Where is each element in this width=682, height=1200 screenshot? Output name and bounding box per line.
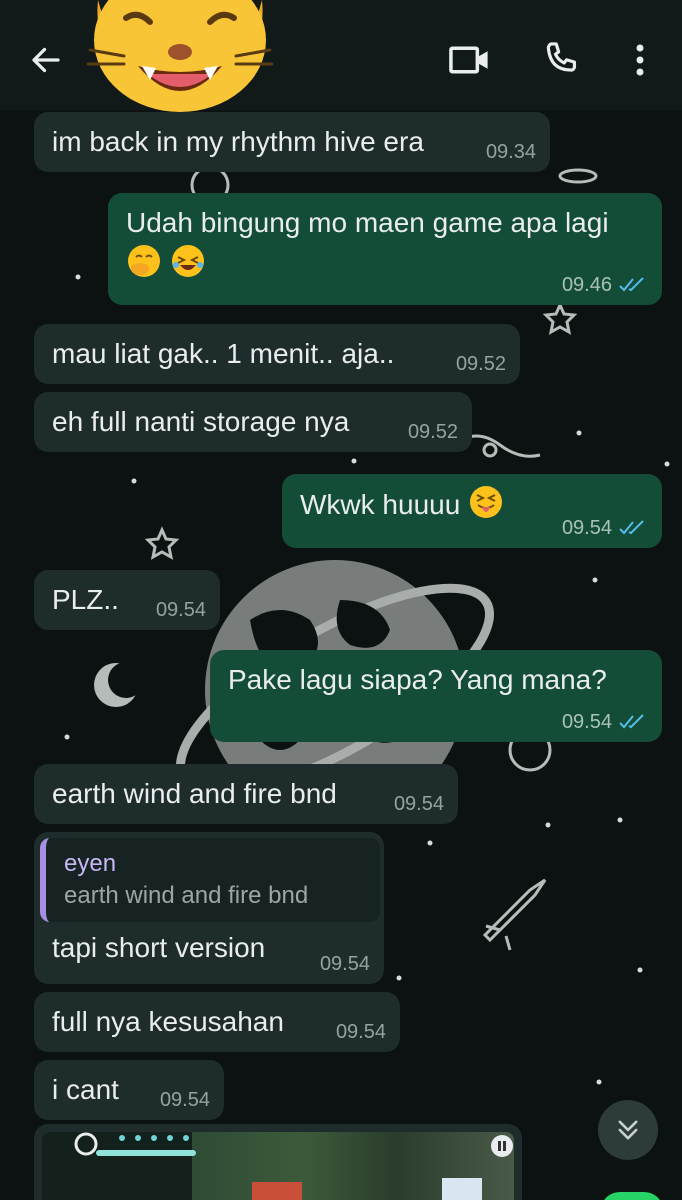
contact-avatar-cat-icon[interactable] xyxy=(86,0,274,112)
read-receipt-icon xyxy=(619,714,644,729)
quoted-message[interactable]: eyen earth wind and fire bnd xyxy=(40,838,380,922)
message-bubble-outgoing[interactable]: Udah bingung mo maen game apa lagi 09.46 xyxy=(108,193,662,305)
read-receipt-icon xyxy=(619,277,644,292)
message-bubble-incoming[interactable]: i cant 09.54 xyxy=(34,1060,224,1120)
message-time: 09.54 xyxy=(159,1089,210,1111)
read-receipt-icon xyxy=(619,520,644,535)
more-vertical-icon xyxy=(636,44,644,76)
message-text: Pake lagu siapa? Yang mana? xyxy=(228,664,607,695)
message-list: im back in my rhythm hive era 09.34 Udah… xyxy=(0,0,682,1200)
voice-call-button[interactable] xyxy=(536,34,586,84)
message-text: i cant xyxy=(52,1074,119,1105)
hand-over-mouth-emoji xyxy=(128,245,160,277)
video-camera-icon xyxy=(449,46,488,74)
scroll-to-bottom-button[interactable] xyxy=(598,1100,658,1160)
media-message-bubble[interactable] xyxy=(34,1124,522,1200)
message-time: 09.46 xyxy=(562,273,648,297)
message-text: eh full nanti storage nya xyxy=(52,406,350,437)
message-bubble-incoming[interactable]: mau liat gak.. 1 menit.. aja.. 09.52 xyxy=(34,324,520,384)
message-bubble-incoming[interactable]: PLZ.. 09.54 xyxy=(34,570,220,630)
message-time: 09.54 xyxy=(335,1021,386,1043)
message-bubble-outgoing[interactable]: Wkwk huuuu 09.54 xyxy=(282,474,662,548)
video-thumbnail[interactable] xyxy=(42,1132,514,1200)
video-call-button[interactable] xyxy=(444,36,496,84)
message-time: 09.54 xyxy=(155,599,206,621)
message-time: 09.54 xyxy=(393,793,444,815)
message-text: im back in my rhythm hive era xyxy=(52,126,424,157)
message-text: full nya kesusahan xyxy=(52,1006,284,1037)
message-text: Udah bingung mo maen game apa lagi xyxy=(126,207,609,238)
phone-icon xyxy=(546,42,577,72)
message-bubble-reply[interactable]: eyen earth wind and fire bnd tapi short … xyxy=(34,832,384,984)
more-options-button[interactable] xyxy=(620,36,660,84)
rolling-laughing-emoji xyxy=(171,245,204,277)
quoted-text: earth wind and fire bnd xyxy=(64,882,309,909)
message-time: 09.34 xyxy=(485,141,536,163)
message-time: 09.54 xyxy=(562,710,648,734)
message-text: Wkwk huuuu xyxy=(300,489,461,520)
double-chevron-down-icon xyxy=(618,1120,638,1140)
back-button[interactable] xyxy=(22,36,70,84)
message-bubble-outgoing[interactable]: Pake lagu siapa? Yang mana? 09.54 xyxy=(210,650,662,742)
message-time: 09.54 xyxy=(562,516,648,540)
message-text: PLZ.. xyxy=(52,584,119,615)
message-bubble-incoming[interactable]: full nya kesusahan 09.54 xyxy=(34,992,400,1052)
video-preview-graphic xyxy=(42,1132,513,1200)
message-time: 09.52 xyxy=(407,421,458,443)
quoted-author: eyen xyxy=(64,850,117,877)
message-bubble-incoming[interactable]: eh full nanti storage nya 09.52 xyxy=(34,392,472,452)
message-bubble-incoming[interactable]: im back in my rhythm hive era 09.34 xyxy=(34,112,550,172)
message-bubble-incoming[interactable]: earth wind and fire bnd 09.54 xyxy=(34,764,458,824)
squinting-tongue-emoji xyxy=(470,486,503,518)
message-text: earth wind and fire bnd xyxy=(52,778,337,809)
message-time: 09.52 xyxy=(455,353,506,375)
message-text: tapi short version xyxy=(52,932,266,963)
arrow-left-icon xyxy=(32,47,60,73)
message-time: 09.54 xyxy=(319,953,370,975)
message-text: mau liat gak.. 1 menit.. aja.. xyxy=(52,338,395,369)
